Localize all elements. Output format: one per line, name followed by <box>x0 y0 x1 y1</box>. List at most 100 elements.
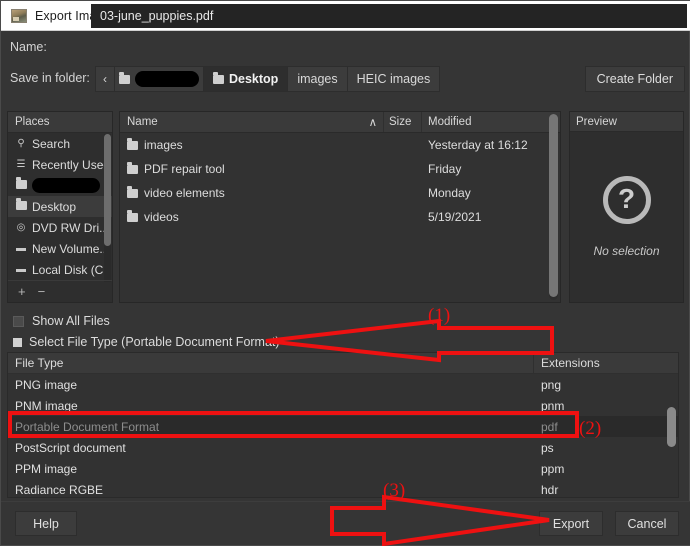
expander-collapse-icon <box>13 337 22 347</box>
places-scrollbar[interactable] <box>104 134 111 282</box>
drive-icon: ▬ <box>16 243 26 254</box>
drive-icon: ▬ <box>16 264 26 275</box>
file-type-ext: ps <box>541 440 554 455</box>
column-header-modified[interactable]: Modified <box>422 112 560 132</box>
file-type-row-radiance[interactable]: Radiance RGBE hdr <box>8 479 678 497</box>
cancel-button[interactable]: Cancel <box>615 511 679 536</box>
file-type-row-ppm[interactable]: PPM image ppm <box>8 458 678 479</box>
breadcrumb-label: images <box>297 72 338 86</box>
breadcrumb-heic-images[interactable]: HEIC images <box>346 66 441 92</box>
folder-icon <box>15 197 27 213</box>
file-type-name: Portable Document Format <box>15 419 160 434</box>
file-type-name: PostScript document <box>15 440 126 455</box>
file-name-label: video elements <box>144 186 225 200</box>
folder-icon <box>127 161 138 174</box>
help-button[interactable]: Help <box>15 511 77 536</box>
places-panel: Places ⚲ Search ☰ Recently Used Desktop … <box>7 111 113 303</box>
file-type-name: Radiance RGBE <box>15 482 104 497</box>
sidebar-item-dvd-rw-drive[interactable]: ◎ DVD RW Dri... <box>8 217 112 238</box>
sidebar-item-desktop[interactable]: Desktop <box>8 196 112 217</box>
folder-icon <box>213 71 224 84</box>
folder-icon <box>127 185 138 198</box>
folder-icon <box>15 176 27 192</box>
file-type-row-png[interactable]: PNG image png <box>8 374 678 395</box>
annotation-label-1: (1) <box>428 305 451 326</box>
remove-place-button[interactable]: − <box>38 284 46 299</box>
file-type-row-postscript[interactable]: PostScript document ps <box>8 437 678 458</box>
file-type-table-header: File Type Extensions <box>8 353 678 374</box>
file-type-scrollbar[interactable] <box>667 407 676 447</box>
dialog-footer: Help Export Cancel <box>1 501 690 545</box>
file-type-row-pdf[interactable]: Portable Document Format pdf <box>8 416 678 437</box>
preview-body: ? No selection <box>570 132 683 302</box>
column-header-extensions[interactable]: Extensions <box>534 353 678 373</box>
search-icon: ⚲ <box>17 138 25 149</box>
preview-panel: Preview ? No selection <box>569 111 684 303</box>
table-row[interactable]: video elements Monday <box>120 181 560 205</box>
column-header-file-type[interactable]: File Type <box>8 353 534 373</box>
column-label: Name <box>127 116 158 128</box>
file-type-name: PPM image <box>15 461 78 476</box>
file-list-scrollbar[interactable] <box>549 114 558 300</box>
file-name-cell: images <box>120 137 384 152</box>
add-place-button[interactable]: + <box>18 284 26 299</box>
column-header-name[interactable]: Name ∧ <box>120 112 384 132</box>
sidebar-item-recently-used[interactable]: ☰ Recently Used <box>8 154 112 175</box>
breadcrumb-user-folder[interactable] <box>114 66 203 92</box>
create-folder-button[interactable]: Create Folder <box>584 66 685 92</box>
sidebar-item-label: Local Disk (C:) <box>32 262 111 277</box>
file-type-name: PNG image <box>15 377 78 392</box>
sidebar-item-label: Recently Used <box>32 157 111 172</box>
table-row[interactable]: videos 5/19/2021 <box>120 205 560 229</box>
redacted-name <box>135 71 199 87</box>
sidebar-item-label: New Volume... <box>32 241 110 256</box>
folder-icon <box>119 71 130 84</box>
name-label: Name: <box>10 39 47 54</box>
breadcrumb-label: HEIC images <box>356 72 431 86</box>
file-type-ext: hdr <box>541 482 559 497</box>
file-type-ext: pdf <box>541 419 558 434</box>
export-image-dialog: Export Image Name: Save in folder: ‹ Des… <box>0 0 690 546</box>
breadcrumb-images[interactable]: images <box>287 66 347 92</box>
file-type-ext: pnm <box>541 398 565 413</box>
sidebar-item-label: DVD RW Dri... <box>32 220 110 235</box>
table-row[interactable]: PDF repair tool Friday <box>120 157 560 181</box>
sidebar-item-label: Desktop <box>32 199 77 214</box>
file-modified-cell: Friday <box>428 162 462 176</box>
disc-icon: ◎ <box>16 222 26 233</box>
file-list-header: Name ∧ Size Modified <box>120 112 560 133</box>
path-breadcrumb: ‹ Desktop images HEIC images <box>95 66 441 92</box>
file-name-cell: videos <box>120 209 384 224</box>
column-header-size[interactable]: Size <box>384 112 422 132</box>
folder-icon <box>127 209 138 222</box>
sidebar-item-user-folder[interactable] <box>8 175 112 196</box>
recent-icon: ☰ <box>16 159 26 170</box>
file-name-cell: video elements <box>120 185 384 200</box>
table-row[interactable]: images Yesterday at 16:12 <box>120 133 560 157</box>
select-file-type-expander[interactable]: Select File Type (Portable Document Form… <box>13 335 280 349</box>
file-modified-cell: Yesterday at 16:12 <box>428 138 528 152</box>
redacted-name <box>32 178 100 193</box>
export-button[interactable]: Export <box>539 511 603 536</box>
name-row: Name: <box>1 32 690 61</box>
sidebar-item-local-disk-c[interactable]: ▬ Local Disk (C:) <box>8 259 112 280</box>
show-all-files-label: Show All Files <box>32 314 110 328</box>
preview-header: Preview <box>570 112 683 132</box>
places-footer: + − <box>8 280 112 302</box>
file-type-name: PNM image <box>15 398 78 413</box>
sidebar-item-search[interactable]: ⚲ Search <box>8 133 112 154</box>
show-all-files-checkbox[interactable]: Show All Files <box>13 314 110 328</box>
file-name-label: images <box>144 138 183 152</box>
filename-input[interactable] <box>91 4 687 28</box>
annotation-label-2: (2) <box>579 418 602 439</box>
folder-icon <box>127 137 138 150</box>
breadcrumb-desktop[interactable]: Desktop <box>203 66 288 92</box>
breadcrumb-label: Desktop <box>229 72 279 86</box>
sidebar-item-new-volume[interactable]: ▬ New Volume... <box>8 238 112 259</box>
path-back-icon[interactable]: ‹ <box>95 66 114 92</box>
file-name-label: PDF repair tool <box>144 162 225 176</box>
save-in-folder-row: Save in folder: ‹ Desktop images HEIC im… <box>1 63 690 95</box>
save-in-folder-label: Save in folder: <box>10 71 90 85</box>
file-type-row-pnm[interactable]: PNM image pnm <box>8 395 678 416</box>
question-mark-icon: ? <box>602 176 651 224</box>
